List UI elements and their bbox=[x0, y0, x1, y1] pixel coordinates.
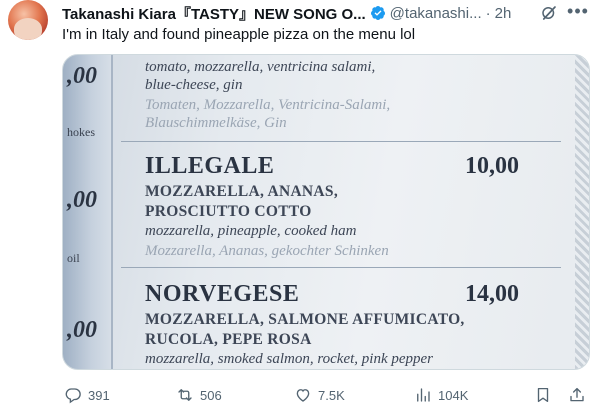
like-button[interactable]: 7.5K bbox=[294, 384, 345, 406]
repost-count: 506 bbox=[200, 387, 222, 403]
left-word-hokes: hokes bbox=[67, 125, 95, 139]
author-handle[interactable]: @takanashi... bbox=[390, 5, 482, 22]
tweet-header: Takanashi Kiara『TASTY』NEW SONG O... @tak… bbox=[62, 3, 590, 23]
item-english-norvegese: mozzarella, smoked salmon, rocket, pink … bbox=[145, 351, 434, 367]
like-count: 7.5K bbox=[318, 387, 345, 403]
item-italian-illegale: MOZZARELLA, ANANAS, bbox=[145, 183, 339, 200]
tweet-text: I'm in Italy and found pineapple pizza o… bbox=[62, 26, 416, 43]
bookmark-icon bbox=[537, 387, 549, 403]
repost-button[interactable]: 506 bbox=[176, 384, 222, 406]
item-name-norvegese: NORVEGESE bbox=[145, 281, 300, 307]
repost-icon bbox=[178, 389, 192, 401]
menu-divider bbox=[121, 141, 561, 142]
timestamp[interactable]: 2h bbox=[495, 5, 512, 22]
action-bar: 391 506 7.5K 104K bbox=[62, 384, 590, 406]
left-price-mid: ,00 bbox=[67, 187, 97, 213]
item1-line: tomato, mozzarella, ventricina salami, bbox=[145, 59, 376, 75]
left-price-bottom: ,00 bbox=[67, 317, 97, 343]
item-price-norvegese: 14,00 bbox=[465, 281, 519, 307]
item-italian-illegale: PROSCIUTTO COTTO bbox=[145, 203, 312, 220]
bookmark-button[interactable] bbox=[534, 384, 552, 406]
author-name[interactable]: Takanashi Kiara『TASTY』NEW SONG O... bbox=[62, 3, 366, 24]
grok-icon[interactable] bbox=[540, 4, 558, 22]
item-german-illegale: Mozzarella, Ananas, gekochter Schinken bbox=[145, 243, 389, 259]
item1-german: Tomaten, Mozzarella, Ventricina-Salami, bbox=[145, 97, 391, 113]
left-price-top: ,00 bbox=[67, 63, 97, 89]
item1-line: blue-cheese, gin bbox=[145, 77, 243, 93]
reply-count: 391 bbox=[88, 387, 110, 403]
menu-edge-pattern bbox=[575, 55, 589, 369]
more-options-icon[interactable]: ••• bbox=[566, 2, 590, 22]
menu-divider bbox=[121, 267, 561, 268]
reply-icon bbox=[65, 388, 81, 404]
views-count: 104K bbox=[438, 387, 469, 403]
item-english-illegale: mozzarella, pineapple, cooked ham bbox=[145, 223, 357, 239]
verified-badge-icon bbox=[370, 6, 385, 20]
item-italian-norvegese: MOZZARELLA, SALMONE AFFUMICATO, bbox=[145, 311, 465, 328]
avatar[interactable] bbox=[8, 0, 48, 40]
menu-page-fold bbox=[111, 55, 113, 369]
share-icon bbox=[570, 387, 584, 402]
separator-dot: · bbox=[485, 4, 491, 22]
left-word-oil: oil bbox=[67, 251, 80, 265]
item-name-illegale: ILLEGALE bbox=[145, 153, 275, 179]
heart-icon bbox=[296, 389, 310, 402]
item-price-illegale: 10,00 bbox=[465, 153, 519, 179]
reply-button[interactable]: 391 bbox=[64, 384, 110, 406]
tweet-photo[interactable]: ,00 hokes ,00 oil ,00 tomato, mozzarella… bbox=[62, 54, 590, 370]
share-button[interactable] bbox=[568, 384, 586, 406]
tweet[interactable]: Takanashi Kiara『TASTY』NEW SONG O... @tak… bbox=[0, 0, 598, 410]
item-italian-norvegese: RUCOLA, PEPE ROSA bbox=[145, 331, 312, 348]
views-button[interactable]: 104K bbox=[414, 384, 468, 406]
item1-german: Blauschimmelkäse, Gin bbox=[145, 115, 287, 131]
views-chart-icon bbox=[417, 388, 430, 402]
